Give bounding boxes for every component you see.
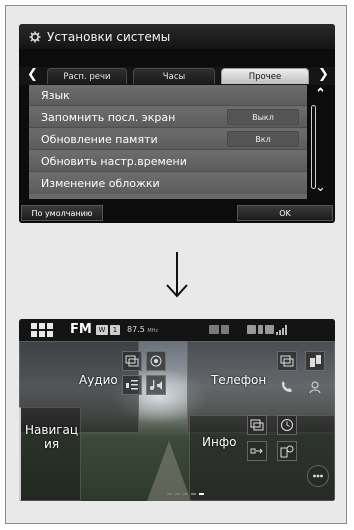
info-list-icon [250,419,264,431]
media-status-icon [209,325,219,334]
battery-icon [265,325,274,334]
list-item-label: Обновить настр.времени [41,154,187,168]
audio-shortcut-volume[interactable] [146,375,166,395]
gear-icon [29,31,41,42]
status-bar: FM W 1 87.5 MHz [19,319,335,341]
setting-value: Вкл [227,131,299,147]
frequency-value: 87.5 [127,325,145,334]
page-dot [191,493,196,495]
navigation-tile-label: Навигац ия [25,423,79,451]
page-dot [183,493,188,495]
radio-waves-icon [150,355,162,367]
audio-shortcut-source[interactable] [122,351,142,371]
handset-icon [282,381,292,392]
scrollbar[interactable]: ⌃ ⌃ ⌄ [309,85,333,199]
tab-label: Прочее [248,71,282,82]
ok-button-label: OK [279,208,291,218]
tab-label: Часы [162,71,186,82]
fuel-clock-icon [280,445,294,458]
page-indicator [167,493,204,495]
list-item-label: Запомнить посл. экран [41,110,176,124]
bluetooth-icon [258,325,263,334]
messages-icon [280,355,294,367]
audio-shortcut-station-list[interactable] [122,375,142,395]
tab-label: Расп. речи [63,71,111,82]
list-item-memory-refresh[interactable]: Обновление памяти Вкл [29,129,307,150]
list-item-update-time-settings[interactable]: Обновить настр.времени [29,151,307,172]
audio-shortcut-podcast[interactable] [146,351,166,371]
phone-shortcut-messages[interactable] [277,351,297,371]
info-shortcut-trip[interactable] [247,441,267,461]
list-item-label: Изменение обложки [41,177,160,190]
arrow-down-icon [166,252,188,298]
settings-title: Установки системы [47,29,171,44]
page-dot [175,493,180,495]
frequency: 87.5 MHz [127,325,158,334]
trip-computer-icon [250,448,263,454]
setting-value: Выкл [227,109,299,125]
phonebook-icon [310,355,321,367]
scroll-track[interactable] [311,105,316,189]
clock-icon [281,419,293,431]
frequency-unit: MHz [147,328,159,334]
settings-screen: Установки системы ❮ Расп. речи Часы Проч… [19,24,335,223]
page-dot-active [199,493,204,495]
info-shortcut-clock[interactable] [277,415,297,435]
band-badge: W [96,325,108,335]
phone-tile-label: Телефон [211,373,267,387]
default-button[interactable]: По умолчанию [21,205,103,221]
tab-right-arrow-icon[interactable]: ❯ [318,66,329,84]
signal-icon [276,325,287,335]
tab-clock[interactable]: Часы [133,68,215,84]
music-volume-icon [150,380,162,390]
source-list-icon [125,355,139,367]
list-item-change-skin[interactable]: Изменение обложки [29,173,307,194]
info-tile-label: Инфо [202,435,237,449]
media-status-icon-2 [221,325,229,334]
preset-badge: 1 [110,325,120,335]
more-dots-icon [313,474,323,478]
navigation-tile[interactable] [19,407,81,501]
settings-list: Язык Запомнить посл. экран Выкл Обновлен… [29,85,307,199]
scroll-down-icon[interactable]: ⌄ [315,181,326,194]
phone-shortcut-speed-dial[interactable] [305,377,325,397]
list-item-language[interactable]: Язык [29,85,307,106]
info-shortcut-messages[interactable] [247,415,267,435]
station-list-icon [126,380,138,390]
phone-shortcut-phonebook[interactable] [305,351,325,371]
speed-dial-icon [309,381,321,394]
phone-status-icon [247,325,256,334]
list-item-label: Язык [41,88,70,102]
menu-grid-icon[interactable] [31,323,53,337]
page-dot [167,493,172,495]
list-item-remember-last-screen[interactable]: Запомнить посл. экран Выкл [29,107,307,128]
tab-voice-recognition[interactable]: Расп. речи [47,68,127,84]
info-shortcut-fuel-timer[interactable] [277,441,297,461]
scroll-up-icon-2: ⌃ [315,86,326,101]
tab-other[interactable]: Прочее [221,68,309,84]
audio-source: FM [70,322,92,337]
list-item-label: Обновление памяти [41,132,158,146]
home-screen: FM W 1 87.5 MHz Аудио Телефон Навигац ия… [19,319,335,501]
tab-left-arrow-icon[interactable]: ❮ [27,66,38,84]
ok-button[interactable]: OK [237,205,333,221]
default-button-label: По умолчанию [31,208,93,218]
phone-shortcut-call[interactable] [277,377,297,397]
more-apps-button[interactable] [307,465,329,487]
audio-tile-label: Аудио [79,373,118,387]
settings-title-bar: Установки системы [19,24,335,49]
